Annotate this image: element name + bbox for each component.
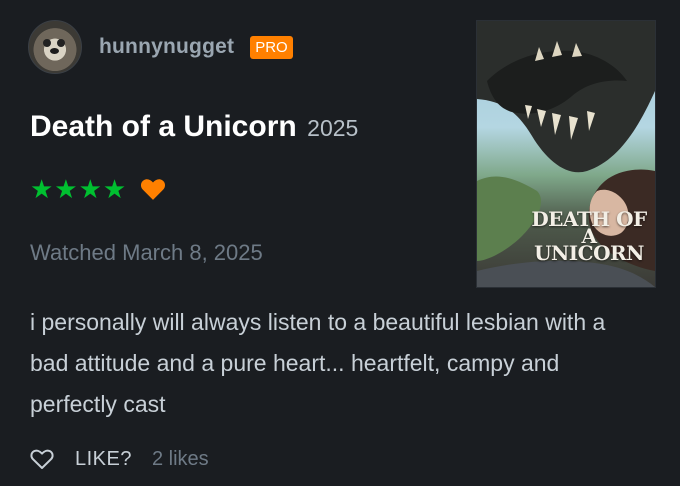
pro-badge: PRO [250, 35, 293, 59]
film-title[interactable]: Death of a Unicorn [30, 110, 297, 143]
username[interactable]: hunnynugget [99, 35, 234, 59]
watched-date: Watched March 8, 2025 [30, 240, 263, 265]
heart-outline-icon[interactable] [30, 448, 54, 470]
film-poster[interactable]: DEATH OF A UNICORN [476, 20, 656, 288]
heart-icon [141, 179, 166, 200]
like-button[interactable]: LIKE? [75, 448, 132, 471]
avatar[interactable] [28, 20, 82, 74]
film-year[interactable]: 2025 [307, 115, 358, 141]
review-footer: LIKE? 2 likes [30, 443, 209, 475]
star-rating: ★★★★ [30, 174, 128, 204]
rating-row: ★★★★ [30, 174, 166, 204]
film-title-row: Death of a Unicorn 2025 [30, 110, 358, 144]
poster-title: DEATH OF A UNICORN [531, 207, 647, 265]
likes-count[interactable]: 2 likes [152, 448, 209, 471]
review-text: i personally will always listen to a bea… [30, 309, 606, 417]
review-header: hunnynugget PRO [28, 20, 293, 74]
